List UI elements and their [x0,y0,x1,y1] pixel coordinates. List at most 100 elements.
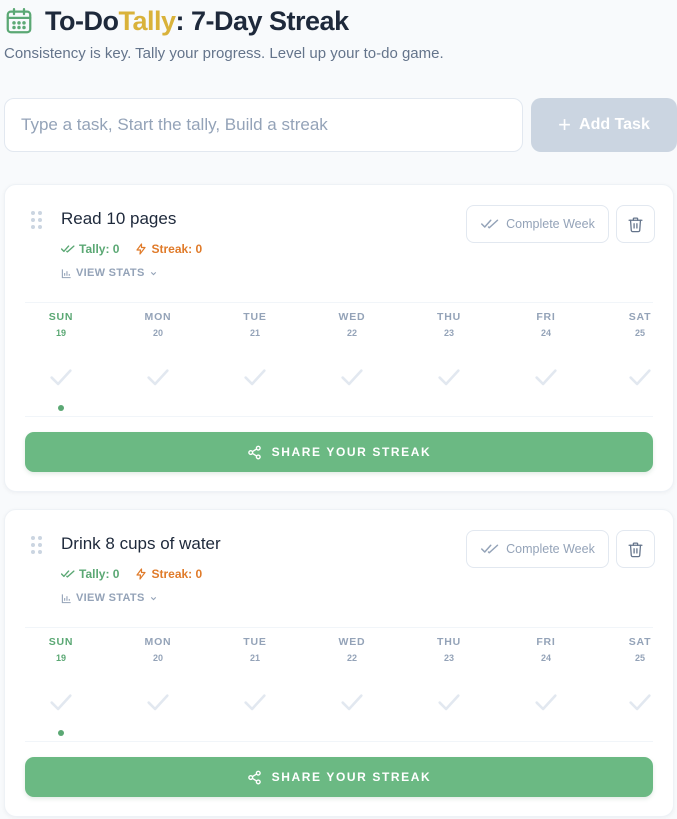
page-header: To-DoTally: 7-Day Streak Consistency is … [4,4,677,63]
day-number: 19 [55,328,66,338]
task-name: Drink 8 cups of water [61,534,221,553]
day-number: 23 [443,328,454,338]
day-column[interactable]: TUE 21 [225,636,285,711]
task-meta: Tally: 0 Streak: 0 [61,242,202,256]
day-number: 19 [55,653,66,663]
view-stats-toggle[interactable]: VIEW STATS [61,267,158,279]
day-number: 20 [152,328,163,338]
complete-week-button[interactable]: Complete Week [466,205,609,243]
day-number: 21 [249,653,260,663]
today-indicator [58,405,64,411]
divider [25,627,653,628]
share-streak-label: SHARE YOUR STREAK [271,445,432,459]
check-icon[interactable] [532,363,560,391]
task-meta: Tally: 0 Streak: 0 [61,567,202,581]
streak-indicator: Streak: 0 [135,242,202,256]
day-name: MON [144,311,172,323]
day-column[interactable]: SAT 25 [610,311,670,386]
day-column[interactable]: FRI 24 [516,636,576,711]
day-name: FRI [536,311,556,323]
check-icon[interactable] [626,688,654,716]
title-part-1: To-Do [45,5,119,36]
check-icon[interactable] [338,363,366,391]
plus-icon: + [558,112,572,137]
day-column[interactable]: MON 20 [128,636,188,711]
check-icon[interactable] [338,688,366,716]
day-number: 24 [540,653,551,663]
complete-week-button[interactable]: Complete Week [466,530,609,568]
day-column[interactable]: THU 23 [419,636,479,711]
share-streak-label: SHARE YOUR STREAK [271,770,432,784]
tally-indicator: Tally: 0 [61,567,119,581]
drag-handle-icon[interactable] [31,211,43,229]
delete-task-button[interactable] [616,205,655,243]
streak-count: Streak: 0 [151,567,203,581]
delete-task-button[interactable] [616,530,655,568]
day-number: 22 [346,328,357,338]
day-name: SAT [628,311,652,323]
check-icon[interactable] [435,688,463,716]
day-column[interactable]: WED 22 [322,311,382,386]
trash-icon [628,541,643,557]
check-icon[interactable] [626,363,654,391]
task-card: Drink 8 cups of water Tally: 0 Streak: 0… [4,509,674,817]
check-icon[interactable] [47,363,75,391]
check-icon[interactable] [241,688,269,716]
task-input[interactable] [4,98,523,152]
day-number: 22 [346,653,357,663]
task-name: Read 10 pages [61,209,177,228]
chevron-down-icon [150,596,156,600]
day-column[interactable]: SUN 19 [31,311,91,411]
day-column[interactable]: SAT 25 [610,636,670,711]
share-streak-button[interactable]: SHARE YOUR STREAK [25,757,653,797]
check-icon[interactable] [532,688,560,716]
streak-count: Streak: 0 [151,242,203,256]
add-task-row: + Add Task [4,98,677,152]
bar-chart-icon [61,593,71,603]
divider [25,416,653,417]
day-number: 23 [443,653,454,663]
check-icon[interactable] [144,363,172,391]
double-check-icon [481,544,499,554]
view-stats-toggle[interactable]: VIEW STATS [61,592,158,604]
day-column[interactable]: WED 22 [322,636,382,711]
week-days: SUN 19 MON 20 TUE 21 WED 22 THU 23 FRI 2… [25,311,653,411]
double-check-icon [61,245,75,253]
page-title: To-DoTally: 7-Day Streak [45,6,349,37]
day-column[interactable]: THU 23 [419,311,479,386]
share-icon [247,445,261,459]
day-column[interactable]: SUN 19 [31,636,91,736]
add-task-label: Add Task [579,116,650,133]
share-streak-button[interactable]: SHARE YOUR STREAK [25,432,653,472]
tally-indicator: Tally: 0 [61,242,119,256]
page-subtitle: Consistency is key. Tally your progress.… [4,45,444,62]
day-number: 20 [152,653,163,663]
day-column[interactable]: MON 20 [128,311,188,386]
day-name: SAT [628,636,652,648]
drag-handle-icon[interactable] [31,536,43,554]
day-name: WED [338,636,366,648]
lightning-icon [136,568,147,580]
day-number: 24 [540,328,551,338]
check-icon[interactable] [144,688,172,716]
day-number: 21 [249,328,260,338]
check-icon[interactable] [47,688,75,716]
day-name: SUN [48,311,74,323]
task-card: Read 10 pages Tally: 0 Streak: 0 VIEW ST… [4,184,674,492]
day-name: SUN [48,636,74,648]
day-column[interactable]: TUE 21 [225,311,285,386]
add-task-button[interactable]: + Add Task [531,98,677,152]
day-column[interactable]: FRI 24 [516,311,576,386]
day-number: 25 [634,328,645,338]
check-icon[interactable] [435,363,463,391]
day-name: FRI [536,636,556,648]
divider [25,302,653,303]
complete-week-label: Complete Week [506,217,595,231]
day-name: WED [338,311,366,323]
share-icon [247,770,261,784]
tally-count: Tally: 0 [79,242,120,256]
day-name: THU [437,311,461,323]
trash-icon [628,216,643,232]
check-icon[interactable] [241,363,269,391]
divider [25,741,653,742]
